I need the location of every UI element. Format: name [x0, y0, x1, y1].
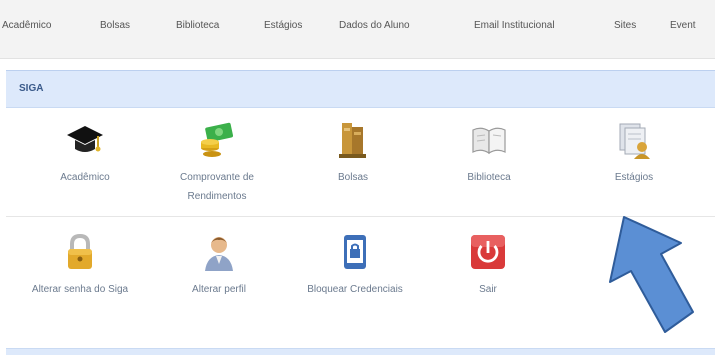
lock-device-icon: [344, 235, 366, 269]
tile-estagios[interactable]: Estágios: [574, 120, 694, 187]
documents-user-icon: [619, 123, 650, 159]
tile-label: Alterar perfil: [192, 284, 246, 295]
tile-label: Acadêmico: [60, 172, 110, 183]
tile-label: Comprovante de Rendimentos: [180, 172, 254, 202]
tile-academico[interactable]: Acadêmico: [25, 120, 145, 187]
nav-item-estagios[interactable]: Estágios: [264, 20, 302, 31]
next-panel-edge: [6, 348, 715, 355]
tile-bloquear-credenciais[interactable]: Bloquear Credenciais: [295, 232, 415, 299]
graduation-cap-icon: [67, 126, 103, 152]
books-icon: [339, 123, 366, 158]
nav-item-eventos[interactable]: Event: [670, 20, 696, 31]
tile-comprovante-rendimentos[interactable]: Comprovante de Rendimentos: [157, 120, 277, 206]
money-icon: [201, 122, 234, 157]
tile-alterar-perfil[interactable]: Alterar perfil: [159, 232, 279, 299]
nav-item-bolsas[interactable]: Bolsas: [100, 20, 130, 31]
nav-item-dados-aluno[interactable]: Dados do Aluno: [339, 20, 410, 31]
tile-alterar-senha[interactable]: Alterar senha do Siga: [20, 232, 140, 299]
tile-biblioteca[interactable]: Biblioteca: [429, 120, 549, 187]
tile-label: Bolsas: [337, 172, 368, 183]
tile-label: Biblioteca: [467, 172, 511, 183]
lock-icon: [68, 233, 92, 269]
user-profile-icon: [205, 237, 233, 271]
tile-label: Estágios: [614, 172, 654, 183]
panel-title: SIGA: [19, 83, 44, 94]
tile-sair[interactable]: Sair: [428, 232, 548, 299]
tile-label: Sair: [479, 284, 497, 295]
nav-item-sites[interactable]: Sites: [614, 20, 636, 31]
panel-header: SIGA: [6, 70, 715, 108]
tile-label: Bloquear Credenciais: [307, 284, 403, 295]
blue-arrow-icon: [609, 216, 694, 333]
power-icon: [471, 235, 505, 269]
top-nav: Acadêmico Bolsas Biblioteca Estágios Dad…: [0, 0, 715, 59]
nav-item-email[interactable]: Email Institucional: [474, 20, 555, 31]
tile-label: Alterar senha do Siga: [31, 284, 129, 295]
nav-item-biblioteca[interactable]: Biblioteca: [176, 20, 219, 31]
tile-bolsas[interactable]: Bolsas: [293, 120, 413, 187]
open-book-icon: [472, 127, 506, 155]
nav-item-academico[interactable]: Acadêmico: [2, 20, 51, 31]
